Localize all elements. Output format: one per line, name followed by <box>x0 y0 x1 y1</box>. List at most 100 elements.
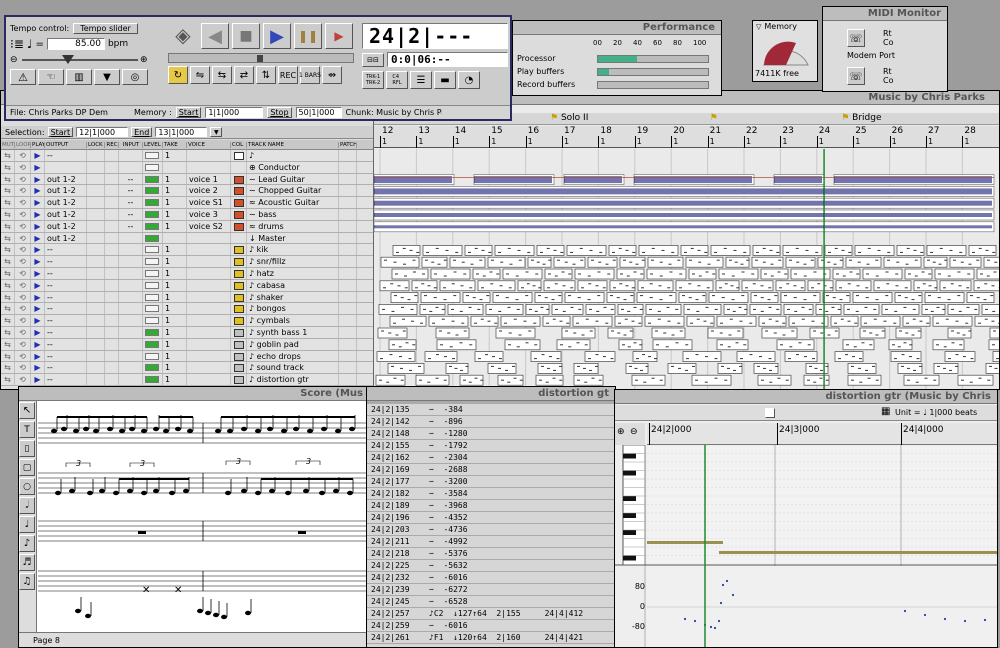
track-row[interactable]: ⇆ ⟲ ▶ -- 1 ♪ bongos <box>1 303 373 316</box>
track-row[interactable]: ⇆ ⟲ ▶ out 1-2 -- 1 voice 2 ∼ Chopped Guitar <box>1 185 373 198</box>
track-color[interactable] <box>231 208 247 220</box>
track-voice[interactable] <box>187 315 231 326</box>
track-input[interactable] <box>119 374 143 385</box>
track-voice[interactable]: voice S2 <box>187 220 231 232</box>
play-toggle-icon[interactable]: ▶ <box>31 173 45 185</box>
play-toggle-icon[interactable]: ▶ <box>31 232 45 244</box>
track-rec[interactable] <box>105 291 119 303</box>
track-take[interactable]: 1 <box>163 244 187 256</box>
track-color[interactable] <box>231 197 247 208</box>
auto-rewind-button[interactable]: ⇆ <box>212 66 232 84</box>
mute-toggle-icon[interactable]: ⇆ <box>1 150 15 161</box>
bar-number[interactable]: 16 <box>528 126 539 136</box>
track-patch[interactable] <box>339 374 357 385</box>
mute-toggle-icon[interactable]: ⇆ <box>1 220 15 232</box>
track-input[interactable] <box>119 279 143 291</box>
track-level[interactable] <box>143 185 163 197</box>
play-toggle-icon[interactable]: ▶ <box>31 338 45 350</box>
play-toggle-icon[interactable]: ▶ <box>31 185 45 197</box>
bar-number[interactable]: 21 <box>710 126 721 136</box>
track-row[interactable]: ⇆ ⟲ ▶ -- 1 ♪ kik <box>1 244 373 257</box>
col-color[interactable]: COL <box>231 141 247 148</box>
track-output[interactable]: -- <box>45 291 87 303</box>
track-input[interactable] <box>119 338 143 350</box>
track-voice[interactable] <box>187 326 231 338</box>
track-input[interactable]: -- <box>119 173 143 185</box>
track-name[interactable]: ♪ echo drops <box>247 350 339 362</box>
track-row[interactable]: ⇆ ⟲ ▶ out 1-2 ↓ Master <box>1 232 373 245</box>
track-output[interactable]: -- <box>45 326 87 338</box>
track-output[interactable]: -- <box>45 303 87 315</box>
track-take[interactable]: 1 <box>163 197 187 208</box>
track-voice[interactable] <box>187 291 231 303</box>
track-output[interactable]: -- <box>45 338 87 350</box>
track-row[interactable]: ⇆ ⟲ ▶ -- 1 ♪ goblin pad <box>1 338 373 351</box>
col-input[interactable]: INPUT <box>119 141 143 148</box>
col-level[interactable]: LEVEL <box>143 141 163 148</box>
track-take[interactable]: 1 <box>163 150 187 161</box>
mute-toggle-icon[interactable]: ⇆ <box>1 362 15 374</box>
track-name[interactable]: ♪ bongos <box>247 303 339 315</box>
track-row[interactable]: ⇆ ⟲ ▶ -- 1 ♪ distortion gtr <box>1 374 373 386</box>
track-patch[interactable] <box>339 291 357 303</box>
track-voice[interactable] <box>187 232 231 244</box>
track-level[interactable] <box>143 220 163 232</box>
track-input[interactable] <box>119 291 143 303</box>
track-row[interactable]: ⇆ ⟲ ▶ ⊕ Conductor <box>1 161 373 174</box>
track-color[interactable] <box>231 338 247 350</box>
timer-button[interactable]: ◔ <box>458 71 480 89</box>
track-patch[interactable] <box>339 303 357 315</box>
track-row[interactable]: ⇆ ⟲ ▶ -- 1 ♪ snr/fillz <box>1 256 373 268</box>
selection-end-button[interactable]: End <box>131 127 153 137</box>
track-input[interactable] <box>119 303 143 315</box>
track-color[interactable] <box>231 150 247 161</box>
metronome-button[interactable]: ⚠ <box>10 69 36 85</box>
track-rec[interactable] <box>105 374 119 385</box>
track-output[interactable]: out 1-2 <box>45 208 87 220</box>
track-patch[interactable] <box>339 267 357 279</box>
track-patch[interactable] <box>339 220 357 232</box>
stop-button[interactable]: ■ <box>232 23 260 49</box>
loop-toggle-icon[interactable]: ⟲ <box>15 303 31 315</box>
event-row[interactable]: 24|2|259 ∽ -6016 <box>367 620 615 632</box>
track-voice[interactable] <box>187 362 231 374</box>
track-lock[interactable] <box>87 303 105 315</box>
bar-number[interactable]: 15 <box>491 126 502 136</box>
mute-toggle-icon[interactable]: ⇆ <box>1 350 15 362</box>
track-input[interactable] <box>119 326 143 338</box>
loop-toggle-icon[interactable]: ⟲ <box>15 256 31 267</box>
col-output[interactable]: OUTPUT <box>45 141 87 148</box>
track-rec[interactable] <box>105 315 119 326</box>
track-input[interactable] <box>119 350 143 362</box>
track-rec[interactable] <box>105 362 119 374</box>
track-level[interactable] <box>143 338 163 350</box>
track-lock[interactable] <box>87 326 105 338</box>
track-patch[interactable] <box>339 362 357 374</box>
track-name[interactable]: ⊕ Conductor <box>247 161 339 173</box>
track-input[interactable] <box>119 315 143 326</box>
tempo-slider-thumb[interactable] <box>62 55 74 64</box>
selection-start-field[interactable]: 12|1|000 <box>76 127 129 137</box>
track-name[interactable]: ♪ distortion gtr <box>247 374 339 385</box>
track-rec[interactable] <box>105 267 119 279</box>
track-output[interactable]: -- <box>45 315 87 326</box>
play-toggle-icon[interactable]: ▶ <box>31 279 45 291</box>
track-output[interactable]: out 1-2 <box>45 232 87 244</box>
event-row[interactable]: 24|2|162 ∽ -2304 <box>367 452 615 464</box>
track-name[interactable]: ♪ goblin pad <box>247 338 339 350</box>
track-patch[interactable] <box>339 244 357 256</box>
play-toggle-icon[interactable]: ▶ <box>31 220 45 232</box>
half-note-tool-icon[interactable]: ▢ <box>19 459 35 476</box>
col-mute[interactable]: MUTE <box>1 141 15 148</box>
track-level[interactable] <box>143 232 163 244</box>
zoom-out-icon[interactable]: ⊖ <box>630 427 638 437</box>
track-rec[interactable] <box>105 220 119 232</box>
event-row[interactable]: 24|2|239 ∽ -6272 <box>367 584 615 596</box>
c4-button[interactable]: C4 RFL <box>386 71 408 89</box>
loop-toggle-icon[interactable]: ⟲ <box>15 374 31 385</box>
track-input[interactable] <box>119 256 143 267</box>
track-row[interactable]: ⇆ ⟲ ▶ -- 1 ♪ shaker <box>1 291 373 304</box>
zoom-in-icon[interactable]: ⊕ <box>617 427 625 437</box>
track-color[interactable] <box>231 267 247 279</box>
track-rec[interactable] <box>105 350 119 362</box>
